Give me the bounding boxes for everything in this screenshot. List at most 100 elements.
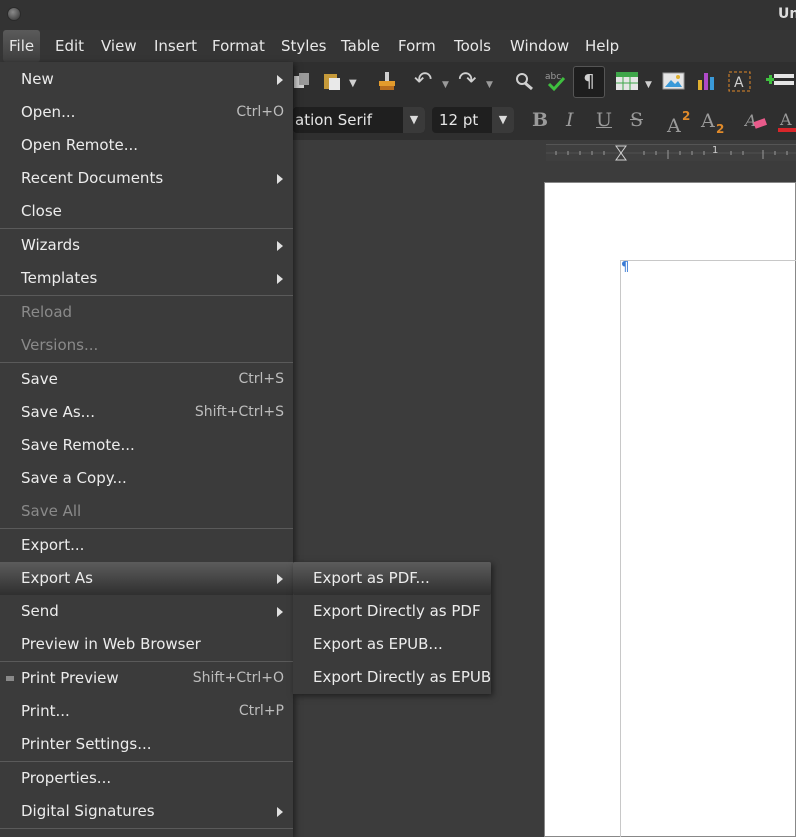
font-name-value: ation Serif xyxy=(295,111,373,129)
submenu-arrow-icon xyxy=(277,174,283,184)
find-replace-icon[interactable] xyxy=(513,71,535,91)
title-bar: Un xyxy=(0,0,796,30)
menu-item-printer-settings[interactable]: Printer Settings... xyxy=(0,728,293,761)
menu-item-open-remote[interactable]: Open Remote... xyxy=(0,129,293,162)
menu-item-label: Close xyxy=(21,202,62,220)
menu-item-digital-signatures[interactable]: Digital Signatures xyxy=(0,795,293,828)
menu-item-label: Versions... xyxy=(21,336,99,354)
menu-item-print[interactable]: Print... Ctrl+P xyxy=(0,695,293,728)
menu-item-save-all: Save All xyxy=(0,495,293,528)
menu-item-label: Save As... xyxy=(21,403,95,421)
clone-formatting-icon[interactable] xyxy=(376,70,398,92)
ruler-ticks xyxy=(546,145,796,161)
menu-edit[interactable]: Edit xyxy=(49,30,90,62)
menu-item-save-remote[interactable]: Save Remote... xyxy=(0,429,293,462)
menu-window[interactable]: Window xyxy=(504,30,575,62)
menu-tools[interactable]: Tools xyxy=(448,30,497,62)
paste-dropdown-icon[interactable]: ▼ xyxy=(349,74,357,94)
svg-text:A: A xyxy=(666,115,681,134)
menu-form[interactable]: Form xyxy=(392,30,442,62)
menu-item-label: Save Remote... xyxy=(21,436,135,454)
menu-item-export[interactable]: Export... xyxy=(0,529,293,562)
submenu-item-label: Export as PDF... xyxy=(313,569,430,587)
table-dropdown-icon[interactable]: ▼ xyxy=(645,75,652,95)
submenu-item-export-pdf[interactable]: Export as PDF... xyxy=(293,562,491,595)
menu-item-preview-web[interactable]: Preview in Web Browser xyxy=(0,628,293,661)
menu-item-label: Open Remote... xyxy=(21,136,139,154)
superscript-icon[interactable]: A 2 xyxy=(666,108,694,134)
menu-item-label: Save All xyxy=(21,502,82,520)
menu-view[interactable]: View xyxy=(95,30,143,62)
menu-separator xyxy=(0,828,293,829)
undo-dropdown-icon[interactable]: ▼ xyxy=(442,75,449,95)
menu-item-wizards[interactable]: Wizards xyxy=(0,229,293,262)
font-size-combobox[interactable]: 12 pt ▼ xyxy=(432,107,514,133)
submenu-item-export-epub[interactable]: Export as EPUB... xyxy=(293,628,491,661)
menu-item-properties[interactable]: Properties... xyxy=(0,762,293,795)
menu-item-label: Send xyxy=(21,602,59,620)
menu-insert[interactable]: Insert xyxy=(148,30,203,62)
menu-item-templates[interactable]: Templates xyxy=(0,262,293,295)
menu-help[interactable]: Help xyxy=(579,30,625,62)
document-page[interactable] xyxy=(544,182,796,837)
menu-styles[interactable]: Styles xyxy=(275,30,333,62)
menu-item-label: Export... xyxy=(21,536,85,554)
font-color-icon[interactable]: A xyxy=(778,110,796,134)
menu-file[interactable]: File xyxy=(3,30,41,62)
font-name-dropdown-icon[interactable]: ▼ xyxy=(403,107,425,133)
submenu-item-export-directly-epub[interactable]: Export Directly as EPUB xyxy=(293,661,491,694)
ruler-mark-label: 1 xyxy=(712,145,719,156)
strikethrough-icon[interactable]: S xyxy=(630,110,643,130)
menu-item-shortcut: Ctrl+S xyxy=(238,371,284,387)
svg-text:A: A xyxy=(744,111,757,130)
italic-icon[interactable]: I xyxy=(566,110,574,130)
insert-image-icon[interactable] xyxy=(662,71,686,91)
window-menu-icon[interactable] xyxy=(7,7,21,21)
menu-item-export-as[interactable]: Export As xyxy=(0,562,293,595)
menu-item-reload: Reload xyxy=(0,296,293,329)
insert-field-icon[interactable] xyxy=(766,71,794,91)
horizontal-ruler[interactable]: 1 xyxy=(546,144,796,161)
menu-item-shortcut: Shift+Ctrl+S xyxy=(194,404,284,420)
paragraph-mark-icon: ¶ xyxy=(621,260,630,275)
svg-text:A: A xyxy=(779,110,792,129)
spelling-icon[interactable]: abc xyxy=(543,70,569,92)
redo-dropdown-icon[interactable]: ▼ xyxy=(486,75,493,95)
menu-item-save-copy[interactable]: Save a Copy... xyxy=(0,462,293,495)
menu-table[interactable]: Table xyxy=(335,30,386,62)
bold-icon[interactable]: B xyxy=(532,110,548,130)
submenu-item-export-directly-pdf[interactable]: Export Directly as PDF xyxy=(293,595,491,628)
clear-formatting-icon[interactable]: A xyxy=(744,110,768,132)
submenu-item-label: Export Directly as EPUB xyxy=(313,668,492,686)
menu-item-label: Save a Copy... xyxy=(21,469,127,487)
menu-item-open[interactable]: Open... Ctrl+O xyxy=(0,96,293,129)
formatting-marks-icon[interactable]: ¶ xyxy=(573,66,605,98)
svg-text:A: A xyxy=(700,110,715,132)
menu-item-print-preview[interactable]: Print Preview Shift+Ctrl+O xyxy=(0,662,293,695)
svg-text:A: A xyxy=(734,75,744,91)
font-size-dropdown-icon[interactable]: ▼ xyxy=(492,107,514,133)
menu-item-label: Digital Signatures xyxy=(21,802,155,820)
submenu-arrow-icon xyxy=(277,274,283,284)
copy-icon[interactable] xyxy=(293,72,311,90)
insert-text-box-icon[interactable]: A xyxy=(727,70,753,94)
paste-icon[interactable] xyxy=(322,71,344,91)
insert-chart-icon[interactable] xyxy=(696,70,718,92)
menu-item-send[interactable]: Send xyxy=(0,595,293,628)
text-boundary-top xyxy=(620,260,796,261)
menu-item-label: Properties... xyxy=(21,769,112,787)
insert-table-icon[interactable] xyxy=(615,71,639,91)
export-as-submenu: Export as PDF... Export Directly as PDF … xyxy=(293,562,491,694)
redo-icon[interactable]: ↷ xyxy=(458,70,476,92)
underline-icon[interactable]: U xyxy=(596,110,612,130)
undo-icon[interactable]: ↶ xyxy=(414,70,432,92)
subscript-icon[interactable]: A 2 xyxy=(700,108,728,134)
menu-format[interactable]: Format xyxy=(206,30,271,62)
font-name-combobox[interactable]: ation Serif ▼ xyxy=(293,107,425,133)
menu-item-save[interactable]: Save Ctrl+S xyxy=(0,363,293,396)
menu-item-shortcut: Shift+Ctrl+O xyxy=(192,670,284,686)
menu-item-save-as[interactable]: Save As... Shift+Ctrl+S xyxy=(0,396,293,429)
menu-item-close[interactable]: Close xyxy=(0,195,293,228)
menu-item-recent-documents[interactable]: Recent Documents xyxy=(0,162,293,195)
menu-item-new[interactable]: New xyxy=(0,63,293,96)
